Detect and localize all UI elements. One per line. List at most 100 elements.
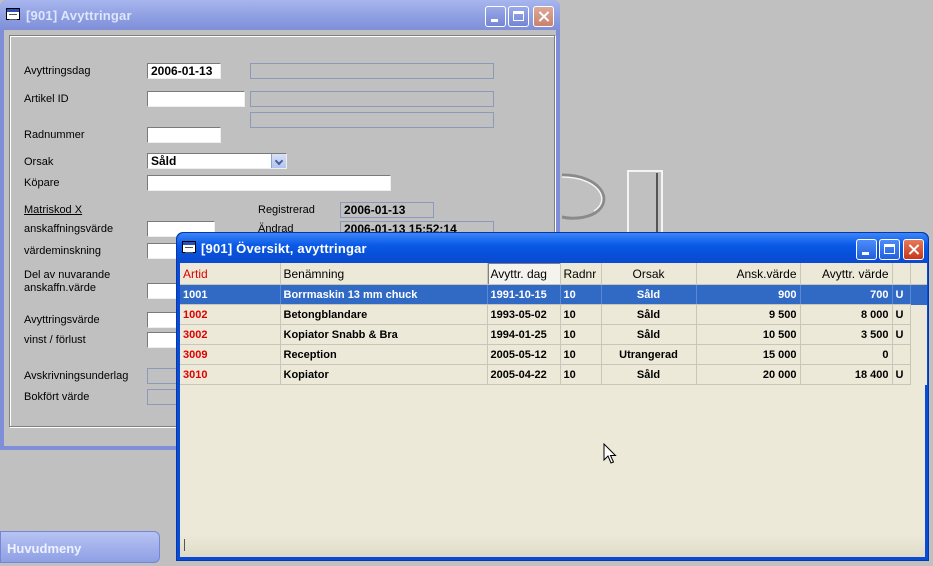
avyttringar-window-title: [901] Avyttringar bbox=[26, 8, 132, 23]
cell-ansk-varde: 15 000 bbox=[696, 344, 801, 365]
cell-avyttr-dag: 1993-05-02 bbox=[487, 304, 561, 325]
table-row[interactable]: 3010 Kopiator 2005-04-22 10 Såld 20 000 … bbox=[180, 364, 927, 385]
artikel-extra-field bbox=[250, 112, 494, 128]
cell-filler bbox=[910, 304, 927, 325]
cell-ansk-varde: 900 bbox=[696, 284, 801, 305]
form-window-icon bbox=[6, 8, 20, 20]
cell-flag: U bbox=[892, 324, 911, 345]
vinst-label: vinst / förlust bbox=[24, 334, 86, 346]
cell-ansk-varde: 9 500 bbox=[696, 304, 801, 325]
column-header-avyttr-varde[interactable]: Avyttr. värde bbox=[800, 263, 893, 285]
oversikt-window: [901] Översikt, avyttringar Artid Benämn… bbox=[176, 232, 929, 561]
cell-artid: 3009 bbox=[180, 344, 281, 365]
cell-avyttr-varde: 700 bbox=[800, 284, 893, 305]
avyttringar-table: Artid Benämning Avyttr. dag Radnr Orsak … bbox=[180, 263, 927, 385]
cell-flag: U bbox=[892, 364, 911, 385]
table-header-row: Artid Benämning Avyttr. dag Radnr Orsak … bbox=[180, 263, 927, 285]
cell-artid: 3010 bbox=[180, 364, 281, 385]
avyttringar-titlebar[interactable]: [901] Avyttringar bbox=[0, 0, 560, 30]
cell-benamning: Kopiator bbox=[280, 364, 488, 385]
kopare-field[interactable] bbox=[147, 175, 391, 191]
cell-orsak: Såld bbox=[601, 324, 697, 345]
cell-filler bbox=[910, 284, 927, 305]
column-header-ansk-varde[interactable]: Ansk.värde bbox=[696, 263, 801, 285]
cell-radnr: 10 bbox=[560, 364, 602, 385]
radnummer-label: Radnummer bbox=[24, 129, 85, 141]
orsak-select[interactable]: Såld bbox=[147, 153, 287, 169]
column-header-avyttr-dag[interactable]: Avyttr. dag bbox=[487, 263, 561, 285]
cell-filler bbox=[910, 364, 927, 385]
cell-radnr: 10 bbox=[560, 284, 602, 305]
oversikt-grid-area: Artid Benämning Avyttr. dag Radnr Orsak … bbox=[180, 263, 927, 557]
cell-radnr: 10 bbox=[560, 344, 602, 365]
cell-benamning: Borrmaskin 13 mm chuck bbox=[280, 284, 488, 305]
column-header-radnr[interactable]: Radnr bbox=[560, 263, 602, 285]
vardeminskning-label: värdeminskning bbox=[24, 245, 102, 257]
minimize-button[interactable] bbox=[856, 239, 877, 260]
table-row[interactable]: 3009 Reception 2005-05-12 10 Utrangerad … bbox=[180, 344, 927, 365]
orsak-selected-value: Såld bbox=[151, 154, 177, 168]
cell-filler bbox=[910, 324, 927, 345]
cell-artid: 3002 bbox=[180, 324, 281, 345]
registrerad-field: 2006-01-13 bbox=[340, 202, 434, 218]
cell-avyttr-varde: 18 400 bbox=[800, 364, 893, 385]
column-header-flag[interactable] bbox=[892, 263, 911, 285]
cell-avyttr-dag: 1994-01-25 bbox=[487, 324, 561, 345]
cell-ansk-varde: 10 500 bbox=[696, 324, 801, 345]
cell-benamning: Betongblandare bbox=[280, 304, 488, 325]
kopare-label: Köpare bbox=[24, 177, 60, 189]
oversikt-titlebar[interactable]: [901] Översikt, avyttringar bbox=[177, 233, 928, 263]
cell-filler bbox=[910, 344, 927, 365]
artikel-name-field bbox=[250, 91, 494, 107]
huvudmeny-button[interactable]: Huvudmeny bbox=[0, 531, 160, 563]
orsak-label: Orsak bbox=[24, 156, 54, 168]
avyttringsvarde-label: Avyttringsvärde bbox=[24, 314, 100, 326]
cell-artid: 1002 bbox=[180, 304, 281, 325]
status-bar bbox=[180, 535, 925, 557]
avskrivningsunderlag-label: Avskrivningsunderlag bbox=[24, 370, 129, 382]
column-header-artid[interactable]: Artid bbox=[180, 263, 281, 285]
radnummer-field[interactable] bbox=[147, 127, 221, 143]
cell-flag bbox=[892, 344, 911, 365]
cell-radnr: 10 bbox=[560, 304, 602, 325]
cell-avyttr-varde: 0 bbox=[800, 344, 893, 365]
cell-avyttr-dag: 2005-04-22 bbox=[487, 364, 561, 385]
bokfort-label: Bokfört värde bbox=[24, 391, 90, 403]
cell-flag: U bbox=[892, 304, 911, 325]
anskaffningsvarde-label: anskaffningsvärde bbox=[24, 223, 114, 235]
mouse-pointer-icon bbox=[603, 443, 617, 464]
minimize-button[interactable] bbox=[485, 6, 506, 27]
cell-flag: U bbox=[892, 284, 911, 305]
cell-avyttr-varde: 8 000 bbox=[800, 304, 893, 325]
table-row[interactable]: 1001 Borrmaskin 13 mm chuck 1991-10-15 1… bbox=[180, 284, 927, 305]
cell-orsak: Såld bbox=[601, 284, 697, 305]
avyttringsdag-info-field bbox=[250, 63, 494, 79]
maximize-button[interactable] bbox=[879, 239, 900, 260]
column-header-benamning[interactable]: Benämning bbox=[280, 263, 488, 285]
cell-orsak: Såld bbox=[601, 304, 697, 325]
chevron-down-icon[interactable] bbox=[271, 154, 286, 168]
del-av-label-2: anskaffn.värde bbox=[24, 282, 96, 294]
cell-ansk-varde: 20 000 bbox=[696, 364, 801, 385]
cell-artid: 1001 bbox=[180, 284, 281, 305]
close-button[interactable] bbox=[533, 6, 554, 27]
avyttringsdag-label: Avyttringsdag bbox=[24, 65, 91, 77]
oversikt-window-title: [901] Översikt, avyttringar bbox=[201, 241, 367, 256]
cell-orsak: Utrangerad bbox=[601, 344, 697, 365]
del-av-label-1: Del av nuvarande bbox=[24, 269, 111, 281]
cell-avyttr-varde: 3 500 bbox=[800, 324, 893, 345]
column-header-filler bbox=[910, 263, 927, 285]
artikel-id-field[interactable] bbox=[147, 91, 245, 107]
close-button[interactable] bbox=[903, 239, 924, 260]
cell-radnr: 10 bbox=[560, 324, 602, 345]
table-row[interactable]: 1002 Betongblandare 1993-05-02 10 Såld 9… bbox=[180, 304, 927, 325]
cell-avyttr-dag: 1991-10-15 bbox=[487, 284, 561, 305]
matriskod-label: Matriskod X bbox=[24, 204, 83, 216]
cell-orsak: Såld bbox=[601, 364, 697, 385]
avyttringsdag-field[interactable]: 2006-01-13 bbox=[147, 63, 221, 79]
table-row[interactable]: 3002 Kopiator Snabb & Bra 1994-01-25 10 … bbox=[180, 324, 927, 345]
column-header-orsak[interactable]: Orsak bbox=[601, 263, 697, 285]
cell-avyttr-dag: 2005-05-12 bbox=[487, 344, 561, 365]
maximize-button[interactable] bbox=[508, 6, 529, 27]
form-window-icon bbox=[182, 241, 196, 253]
